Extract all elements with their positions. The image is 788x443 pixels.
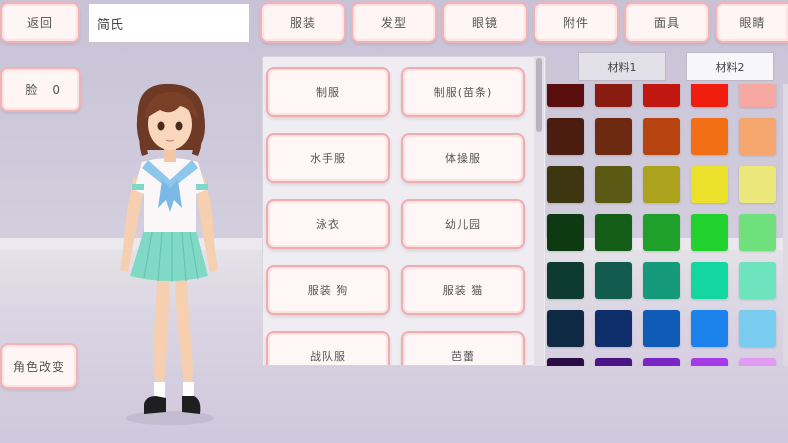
color-swatch[interactable] [595,358,632,366]
color-swatch[interactable] [547,84,584,107]
color-swatch[interactable] [691,84,728,107]
color-palette-scrollbar[interactable] [783,84,788,366]
outfit-label: 制服(苗条) [433,86,493,99]
color-swatch[interactable] [547,358,584,366]
tab-hairstyle-label: 发型 [380,16,407,30]
outfit-list-scrollbar-thumb[interactable] [536,58,542,132]
character-sleeve-trim-right [196,184,208,190]
character-sleeve-trim-left [132,184,144,190]
character-name-value: 简氏 [97,17,124,33]
outfit-label: 体操服 [445,152,481,165]
outfit-label: 芭蕾 [451,350,475,363]
tab-mask[interactable]: 面具 [624,2,710,43]
character-shadow [126,411,214,425]
tab-material-2-label: 材料2 [715,60,745,74]
tab-material-1[interactable]: 材料1 [578,52,666,81]
color-swatch[interactable] [691,310,728,347]
color-swatch[interactable] [595,214,632,251]
color-swatch[interactable] [739,214,776,251]
outfit-list-panel[interactable]: 制服 制服(苗条) 水手服 体操服 泳衣 幼儿园 服装 狗 服装 猫 战队服 芭… [262,56,546,366]
color-swatch[interactable] [547,166,584,203]
color-swatch[interactable] [643,262,680,299]
back-button[interactable]: 返回 [0,2,80,43]
color-swatch[interactable] [739,358,776,366]
outfit-label: 服装 猫 [442,284,484,297]
color-swatch[interactable] [691,166,728,203]
outfit-dog-costume-button[interactable]: 服装 狗 [266,265,390,315]
change-character-label: 角色改变 [12,359,65,374]
color-swatch[interactable] [547,118,584,155]
outfit-label: 水手服 [310,152,346,165]
color-swatch[interactable] [739,166,776,203]
tab-eyes[interactable]: 眼睛 [715,2,788,43]
outfit-uniform-button[interactable]: 制服 [266,67,390,117]
tab-accessories[interactable]: 附件 [533,2,619,43]
tab-glasses-label: 眼镜 [471,16,498,30]
back-button-label: 返回 [26,16,53,30]
character-left-shoe [144,396,166,414]
tab-hairstyle[interactable]: 发型 [351,2,437,43]
color-swatch[interactable] [595,84,632,107]
color-swatch[interactable] [739,118,776,155]
character-model[interactable] [100,80,240,430]
tab-outfit-label: 服装 [289,16,316,30]
color-swatch[interactable] [595,310,632,347]
color-swatch[interactable] [547,262,584,299]
tab-material-1-label: 材料1 [607,60,637,74]
character-left-eye [157,121,165,131]
outfit-ballet-button[interactable]: 芭蕾 [401,331,525,365]
character-right-leg [174,268,193,386]
color-swatch[interactable] [739,84,776,107]
tab-outfit[interactable]: 服装 [260,2,346,43]
outfit-label: 幼儿园 [445,218,481,231]
outfit-gym-button[interactable]: 体操服 [401,133,525,183]
color-swatch[interactable] [691,118,728,155]
color-swatch[interactable] [547,214,584,251]
color-palette[interactable] [545,84,788,366]
outfit-label: 制服 [316,86,340,99]
outfit-label: 泳衣 [316,218,340,231]
face-value: 0 [52,82,61,97]
outfit-label: 战队服 [310,350,346,363]
outfit-squad-button[interactable]: 战队服 [266,331,390,365]
outfit-label: 服装 狗 [307,284,349,297]
character-name-field[interactable]: 简氏 [88,3,250,43]
character-skirt [130,230,208,281]
color-swatch[interactable] [547,310,584,347]
color-swatch[interactable] [595,262,632,299]
character-right-eye [175,121,183,131]
face-selector-button[interactable]: 脸 0 [0,67,81,112]
outfit-uniform-slim-button[interactable]: 制服(苗条) [401,67,525,117]
tab-glasses[interactable]: 眼镜 [442,2,528,43]
color-swatch[interactable] [739,262,776,299]
color-swatch[interactable] [643,358,680,366]
color-swatch[interactable] [691,262,728,299]
color-swatch[interactable] [691,214,728,251]
color-swatch[interactable] [643,214,680,251]
color-swatch[interactable] [691,358,728,366]
color-swatch[interactable] [739,310,776,347]
tab-material-2[interactable]: 材料2 [686,52,774,81]
color-swatch[interactable] [595,166,632,203]
color-swatch[interactable] [595,118,632,155]
character-right-shoe [182,396,201,414]
character-left-leg [153,268,170,386]
outfit-swimsuit-button[interactable]: 泳衣 [266,199,390,249]
outfit-cat-costume-button[interactable]: 服装 猫 [401,265,525,315]
tab-mask-label: 面具 [653,16,680,30]
change-character-button[interactable]: 角色改变 [0,343,78,389]
color-swatch[interactable] [643,84,680,107]
face-label: 脸 [25,83,39,97]
outfit-kindergarten-button[interactable]: 幼儿园 [401,199,525,249]
tab-eyes-label: 眼睛 [739,16,766,30]
color-swatch[interactable] [643,118,680,155]
color-swatch[interactable] [643,166,680,203]
tab-accessories-label: 附件 [562,16,589,30]
color-swatch[interactable] [643,310,680,347]
outfit-sailor-button[interactable]: 水手服 [266,133,390,183]
